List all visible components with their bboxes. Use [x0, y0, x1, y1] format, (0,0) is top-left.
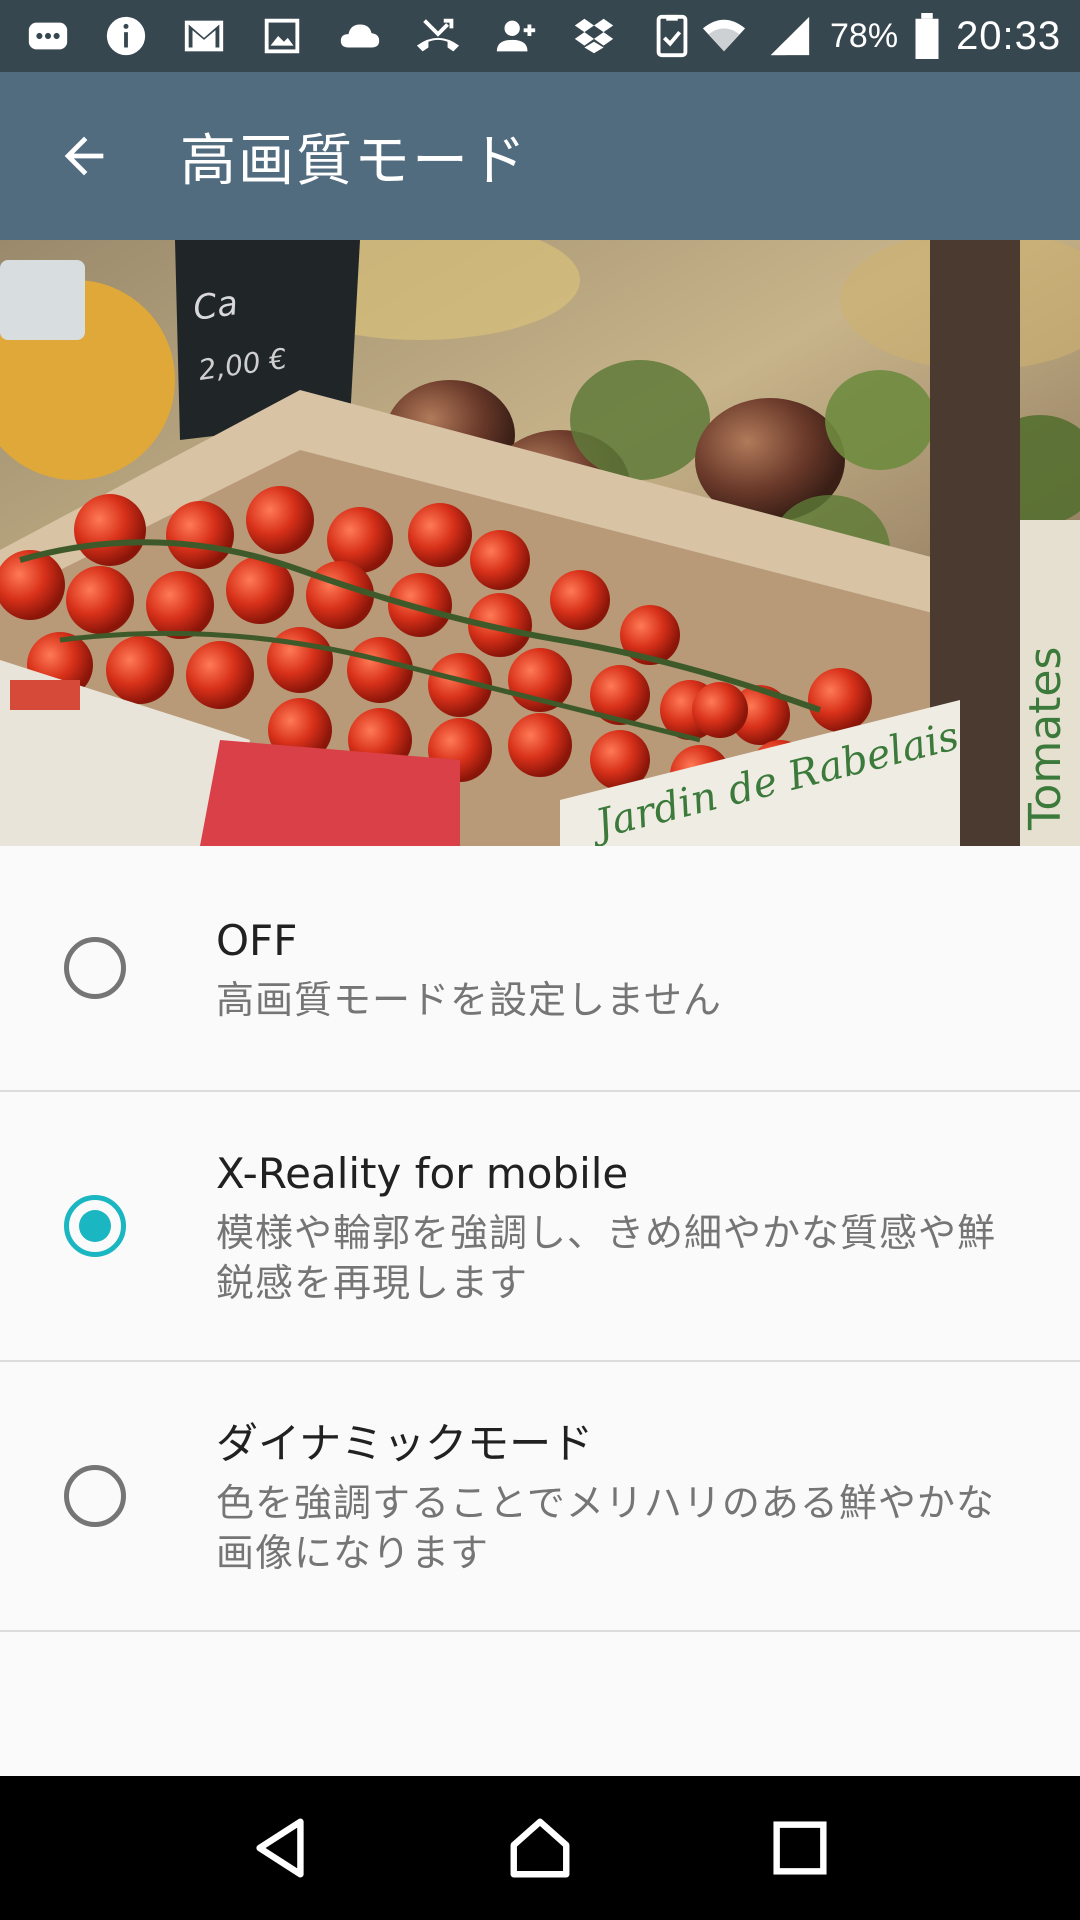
screen: 78% 20:33 高画質モード Ca 2,00 € Jardin de Rab… [0, 0, 1080, 1920]
add-person-icon [490, 10, 542, 62]
svg-text:Ca: Ca [191, 283, 241, 329]
clock: 20:33 [956, 13, 1062, 58]
option-title: X-Reality for mobile [216, 1149, 629, 1198]
recents-square-icon [773, 1821, 827, 1875]
option-off[interactable]: OFF 高画質モードを設定しません [0, 846, 1080, 1092]
preview-image: Ca 2,00 € Jardin de Rabelais Tomates [0, 240, 1080, 846]
dropbox-icon [568, 10, 620, 62]
wifi-icon [698, 10, 750, 62]
svg-text:Tomates: Tomates [1020, 647, 1071, 831]
signal-icon [764, 10, 816, 62]
battery-percent: 78% [830, 16, 899, 55]
radio-selected-dot [79, 1210, 111, 1242]
triangle-back-icon [256, 1818, 304, 1878]
gmail-icon [178, 10, 230, 62]
option-x-reality[interactable]: X-Reality for mobile 模様や輪郭を強調し、きめ細やかな質感や… [0, 1092, 1080, 1362]
navigation-bar [0, 1776, 1080, 1920]
quality-mode-options: OFF 高画質モードを設定しません X-Reality for mobile 模… [0, 846, 1080, 1632]
nav-back-button[interactable] [220, 1788, 340, 1908]
page-title: 高画質モード [180, 128, 528, 194]
home-icon [510, 1818, 570, 1878]
radio-off[interactable] [64, 937, 126, 999]
battery-icon [912, 10, 942, 62]
nav-home-button[interactable] [480, 1788, 600, 1908]
radio-x-reality[interactable] [64, 1195, 126, 1257]
cloud-icon [334, 10, 386, 62]
notification-icons [22, 10, 698, 62]
option-title: ダイナミックモード [216, 1419, 594, 1468]
option-dynamic-mode[interactable]: ダイナミックモード 色を強調することでメリハリのある鮮やかな画像になります [0, 1362, 1080, 1632]
chat-icon [22, 10, 74, 62]
app-bar: 高画質モード [0, 72, 1080, 240]
clipboard-check-icon [646, 10, 698, 62]
option-text: X-Reality for mobile 模様や輪郭を強調し、きめ細やかな質感や… [216, 1144, 1030, 1308]
radio-dynamic-mode[interactable] [64, 1465, 126, 1527]
option-text: OFF 高画質モードを設定しません [216, 911, 1030, 1025]
back-button[interactable] [0, 72, 168, 240]
missed-call-icon [412, 10, 464, 62]
system-status: 78% 20:33 [698, 10, 1061, 62]
status-bar: 78% 20:33 [0, 0, 1080, 72]
option-subtitle: 色を強調することでメリハリのある鮮やかな画像になります [216, 1481, 995, 1575]
nav-recents-button[interactable] [740, 1788, 860, 1908]
option-title: OFF [216, 916, 298, 965]
option-text: ダイナミックモード 色を強調することでメリハリのある鮮やかな画像になります [216, 1414, 1030, 1578]
info-icon [100, 10, 152, 62]
option-subtitle: 模様や輪郭を強調し、きめ細やかな質感や鮮鋭感を再現します [216, 1211, 997, 1305]
image-icon [256, 10, 308, 62]
back-arrow-icon [64, 136, 104, 176]
option-subtitle: 高画質モードを設定しません [216, 978, 722, 1022]
